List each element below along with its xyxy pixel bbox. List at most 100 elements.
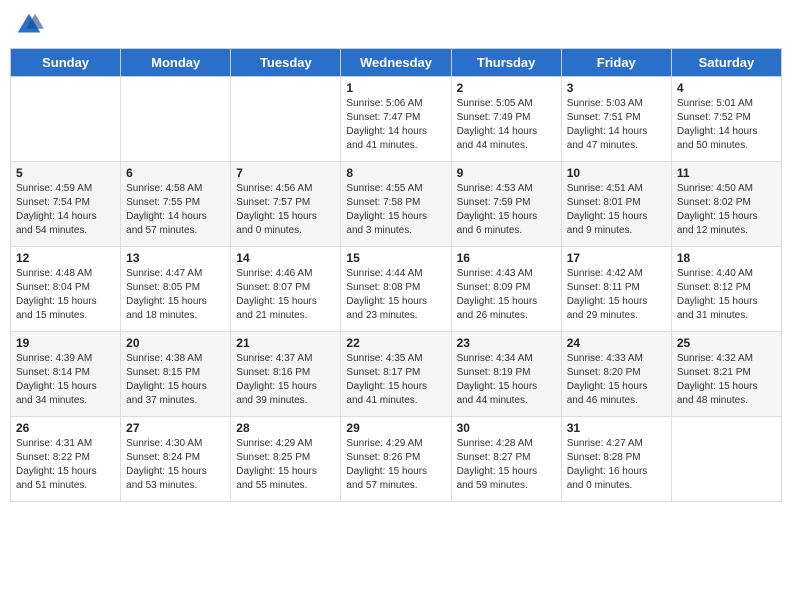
- day-number: 20: [126, 336, 225, 350]
- day-cell: 1 Sunrise: 5:06 AMSunset: 7:47 PMDaylight…: [341, 77, 451, 162]
- day-cell: 16 Sunrise: 4:43 AMSunset: 8:09 PMDayligh…: [451, 247, 561, 332]
- day-info: Sunrise: 4:30 AMSunset: 8:24 PMDaylight:…: [126, 437, 225, 493]
- day-info: Sunrise: 4:53 AMSunset: 7:59 PMDaylight:…: [457, 182, 556, 238]
- day-cell: 21 Sunrise: 4:37 AMSunset: 8:16 PMDayligh…: [231, 332, 341, 417]
- week-row-2: 5 Sunrise: 4:59 AMSunset: 7:54 PMDaylight…: [11, 162, 782, 247]
- day-cell: [671, 417, 781, 502]
- day-cell: 2 Sunrise: 5:05 AMSunset: 7:49 PMDaylight…: [451, 77, 561, 162]
- day-cell: 20 Sunrise: 4:38 AMSunset: 8:15 PMDayligh…: [121, 332, 231, 417]
- day-cell: 8 Sunrise: 4:55 AMSunset: 7:58 PMDaylight…: [341, 162, 451, 247]
- day-info: Sunrise: 4:37 AMSunset: 8:16 PMDaylight:…: [236, 352, 335, 408]
- day-header-wednesday: Wednesday: [341, 49, 451, 77]
- day-info: Sunrise: 4:56 AMSunset: 7:57 PMDaylight:…: [236, 182, 335, 238]
- day-info: Sunrise: 4:32 AMSunset: 8:21 PMDaylight:…: [677, 352, 776, 408]
- day-info: Sunrise: 5:01 AMSunset: 7:52 PMDaylight:…: [677, 97, 776, 153]
- logo-icon: [14, 10, 44, 40]
- day-number: 15: [346, 251, 445, 265]
- day-cell: 25 Sunrise: 4:32 AMSunset: 8:21 PMDayligh…: [671, 332, 781, 417]
- day-cell: 13 Sunrise: 4:47 AMSunset: 8:05 PMDayligh…: [121, 247, 231, 332]
- day-number: 17: [567, 251, 666, 265]
- day-info: Sunrise: 4:40 AMSunset: 8:12 PMDaylight:…: [677, 267, 776, 323]
- logo: [14, 10, 46, 40]
- day-info: Sunrise: 4:27 AMSunset: 8:28 PMDaylight:…: [567, 437, 666, 493]
- day-cell: 28 Sunrise: 4:29 AMSunset: 8:25 PMDayligh…: [231, 417, 341, 502]
- day-cell: 14 Sunrise: 4:46 AMSunset: 8:07 PMDayligh…: [231, 247, 341, 332]
- day-number: 7: [236, 166, 335, 180]
- day-header-tuesday: Tuesday: [231, 49, 341, 77]
- day-info: Sunrise: 4:43 AMSunset: 8:09 PMDaylight:…: [457, 267, 556, 323]
- day-number: 13: [126, 251, 225, 265]
- day-number: 4: [677, 81, 776, 95]
- day-number: 22: [346, 336, 445, 350]
- day-number: 5: [16, 166, 115, 180]
- day-info: Sunrise: 4:50 AMSunset: 8:02 PMDaylight:…: [677, 182, 776, 238]
- day-number: 16: [457, 251, 556, 265]
- day-info: Sunrise: 4:42 AMSunset: 8:11 PMDaylight:…: [567, 267, 666, 323]
- day-number: 29: [346, 421, 445, 435]
- day-info: Sunrise: 4:51 AMSunset: 8:01 PMDaylight:…: [567, 182, 666, 238]
- day-number: 30: [457, 421, 556, 435]
- day-cell: 26Sunrise: 4:31 AMSunset: 8:22 PMDayligh…: [11, 417, 121, 502]
- day-info: Sunrise: 4:38 AMSunset: 8:15 PMDaylight:…: [126, 352, 225, 408]
- day-number: 11: [677, 166, 776, 180]
- day-cell: 31 Sunrise: 4:27 AMSunset: 8:28 PMDayligh…: [561, 417, 671, 502]
- day-cell: 11 Sunrise: 4:50 AMSunset: 8:02 PMDayligh…: [671, 162, 781, 247]
- day-number: 18: [677, 251, 776, 265]
- day-cell: 15 Sunrise: 4:44 AMSunset: 8:08 PMDayligh…: [341, 247, 451, 332]
- day-cell: 27 Sunrise: 4:30 AMSunset: 8:24 PMDayligh…: [121, 417, 231, 502]
- day-number: 1: [346, 81, 445, 95]
- day-cell: 19 Sunrise: 4:39 AMSunset: 8:14 PMDayligh…: [11, 332, 121, 417]
- day-info: Sunrise: 5:06 AMSunset: 7:47 PMDaylight:…: [346, 97, 445, 153]
- day-number: 6: [126, 166, 225, 180]
- day-info: Sunrise: 4:48 AMSunset: 8:04 PMDaylight:…: [16, 267, 115, 323]
- day-cell: 5 Sunrise: 4:59 AMSunset: 7:54 PMDaylight…: [11, 162, 121, 247]
- day-cell: 24Sunrise: 4:33 AMSunset: 8:20 PMDayligh…: [561, 332, 671, 417]
- day-info: Sunrise: 4:33 AMSunset: 8:20 PMDaylight:…: [567, 352, 666, 408]
- week-row-5: 26Sunrise: 4:31 AMSunset: 8:22 PMDayligh…: [11, 417, 782, 502]
- week-row-1: 1 Sunrise: 5:06 AMSunset: 7:47 PMDaylight…: [11, 77, 782, 162]
- day-number: 28: [236, 421, 335, 435]
- day-info: Sunrise: 5:05 AMSunset: 7:49 PMDaylight:…: [457, 97, 556, 153]
- day-info: Sunrise: 4:58 AMSunset: 7:55 PMDaylight:…: [126, 182, 225, 238]
- day-info: Sunrise: 4:39 AMSunset: 8:14 PMDaylight:…: [16, 352, 115, 408]
- day-cell: 17 Sunrise: 4:42 AMSunset: 8:11 PMDayligh…: [561, 247, 671, 332]
- day-info: Sunrise: 4:59 AMSunset: 7:54 PMDaylight:…: [16, 182, 115, 238]
- day-number: 8: [346, 166, 445, 180]
- day-header-sunday: Sunday: [11, 49, 121, 77]
- day-cell: 18 Sunrise: 4:40 AMSunset: 8:12 PMDayligh…: [671, 247, 781, 332]
- day-number: 26: [16, 421, 115, 435]
- day-cell: 12 Sunrise: 4:48 AMSunset: 8:04 PMDayligh…: [11, 247, 121, 332]
- day-info: Sunrise: 4:28 AMSunset: 8:27 PMDaylight:…: [457, 437, 556, 493]
- day-header-monday: Monday: [121, 49, 231, 77]
- calendar-table: SundayMondayTuesdayWednesdayThursdayFrid…: [10, 48, 782, 502]
- day-info: Sunrise: 4:29 AMSunset: 8:25 PMDaylight:…: [236, 437, 335, 493]
- week-row-3: 12 Sunrise: 4:48 AMSunset: 8:04 PMDayligh…: [11, 247, 782, 332]
- day-cell: 22Sunrise: 4:35 AMSunset: 8:17 PMDayligh…: [341, 332, 451, 417]
- day-number: 31: [567, 421, 666, 435]
- day-number: 27: [126, 421, 225, 435]
- day-info: Sunrise: 5:03 AMSunset: 7:51 PMDaylight:…: [567, 97, 666, 153]
- day-number: 23: [457, 336, 556, 350]
- day-cell: 23 Sunrise: 4:34 AMSunset: 8:19 PMDayligh…: [451, 332, 561, 417]
- day-cell: 7 Sunrise: 4:56 AMSunset: 7:57 PMDaylight…: [231, 162, 341, 247]
- day-info: Sunrise: 4:44 AMSunset: 8:08 PMDaylight:…: [346, 267, 445, 323]
- day-header-thursday: Thursday: [451, 49, 561, 77]
- day-info: Sunrise: 4:46 AMSunset: 8:07 PMDaylight:…: [236, 267, 335, 323]
- day-cell: 30 Sunrise: 4:28 AMSunset: 8:27 PMDayligh…: [451, 417, 561, 502]
- day-info: Sunrise: 4:29 AMSunset: 8:26 PMDaylight:…: [346, 437, 445, 493]
- day-cell: 9 Sunrise: 4:53 AMSunset: 7:59 PMDaylight…: [451, 162, 561, 247]
- day-number: 25: [677, 336, 776, 350]
- day-number: 21: [236, 336, 335, 350]
- day-info: Sunrise: 4:55 AMSunset: 7:58 PMDaylight:…: [346, 182, 445, 238]
- day-number: 14: [236, 251, 335, 265]
- day-cell: [121, 77, 231, 162]
- day-number: 9: [457, 166, 556, 180]
- day-number: 12: [16, 251, 115, 265]
- day-cell: 3Sunrise: 5:03 AMSunset: 7:51 PMDaylight…: [561, 77, 671, 162]
- day-cell: 29 Sunrise: 4:29 AMSunset: 8:26 PMDayligh…: [341, 417, 451, 502]
- day-info: Sunrise: 4:47 AMSunset: 8:05 PMDaylight:…: [126, 267, 225, 323]
- day-number: 2: [457, 81, 556, 95]
- day-number: 19: [16, 336, 115, 350]
- day-cell: [11, 77, 121, 162]
- day-info: Sunrise: 4:34 AMSunset: 8:19 PMDaylight:…: [457, 352, 556, 408]
